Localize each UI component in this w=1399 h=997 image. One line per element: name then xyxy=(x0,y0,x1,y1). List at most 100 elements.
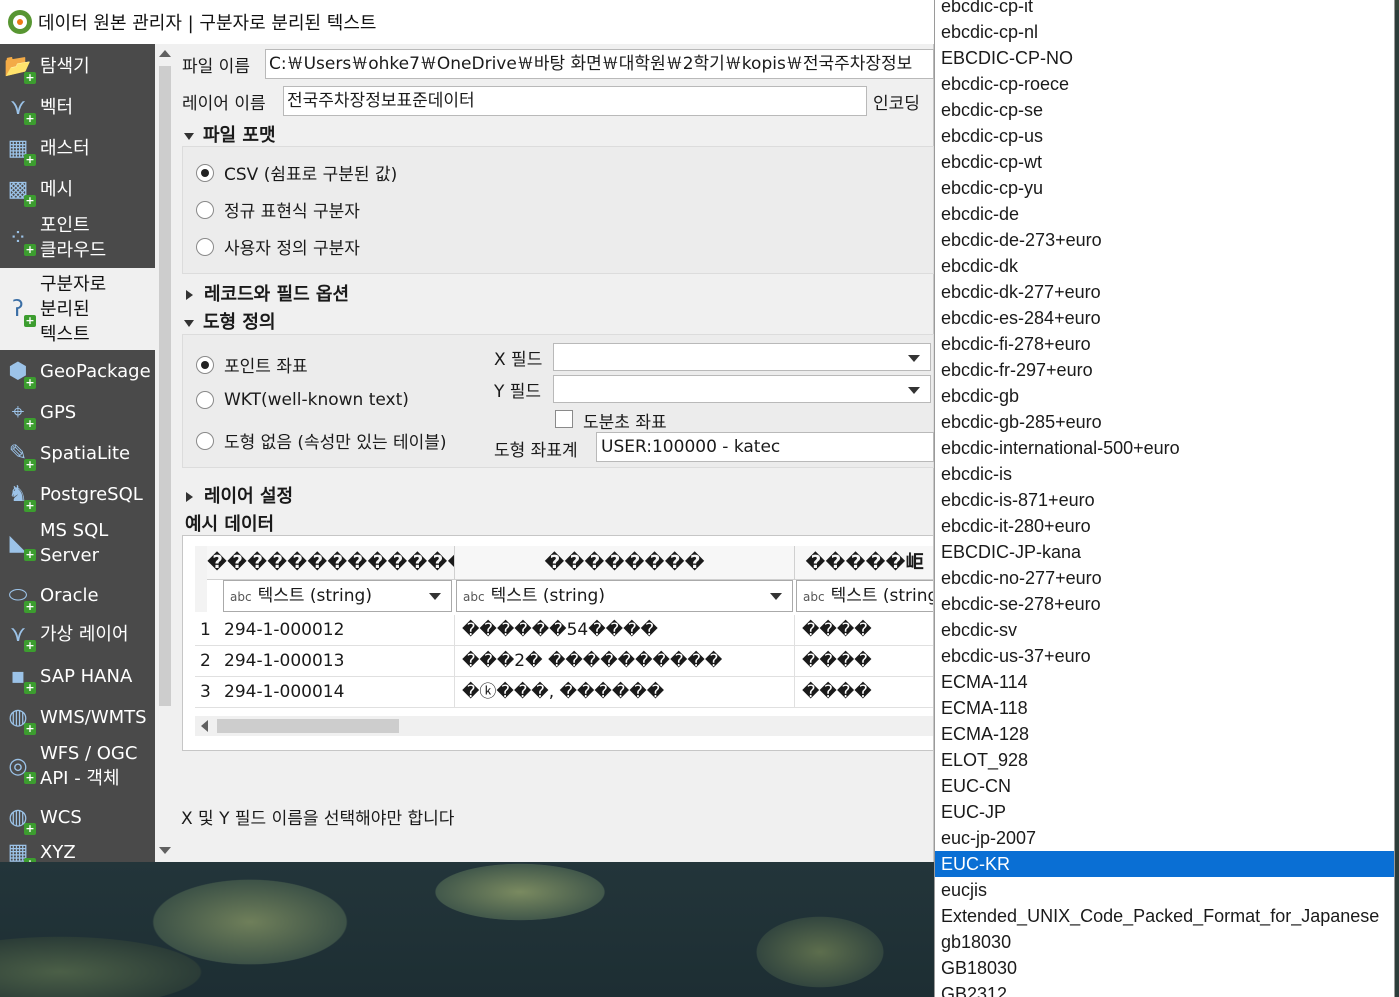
scrollbar-thumb[interactable] xyxy=(217,719,399,733)
encoding-option[interactable]: ebcdic-es-284+euro xyxy=(935,305,1394,331)
geometry-wkt-radio[interactable]: WKT(well-known text) xyxy=(196,390,409,410)
sidebar-item[interactable]: ⋎ + 가상 레이어 xyxy=(0,616,155,652)
encoding-option[interactable]: ebcdic-cp-nl xyxy=(935,19,1394,45)
encoding-option[interactable]: ebcdic-cp-wt xyxy=(935,149,1394,175)
encoding-option[interactable]: ebcdic-cp-se xyxy=(935,97,1394,123)
sidebar-item[interactable]: ⁘ + 포인트 클라우드 xyxy=(0,212,155,264)
file-format-header[interactable]: 파일 포맷 xyxy=(184,121,276,147)
layer-name-field[interactable]: 전국주차장정보표준데이터 xyxy=(283,86,867,116)
encoding-option[interactable]: ebcdic-cp-us xyxy=(935,123,1394,149)
encoding-option[interactable]: ebcdic-cp-it xyxy=(935,0,1394,19)
encoding-option[interactable]: ebcdic-it-280+euro xyxy=(935,513,1394,539)
sidebar-item[interactable]: ◣ + MS SQL Server xyxy=(0,517,155,569)
sample-data-table[interactable]: �������������8 �������� �����岠 abc 텍스트 (s… xyxy=(182,535,934,751)
column-header[interactable]: �������������8 xyxy=(207,546,455,580)
scroll-left-arrow-icon[interactable] xyxy=(201,720,208,732)
encoding-option[interactable]: gb18030 xyxy=(935,929,1394,955)
sidebar-item-label: 가상 레이어 xyxy=(40,623,129,645)
column-header[interactable]: �����岠 xyxy=(795,546,933,580)
sidebar-item[interactable]: ⋎ + 벡터 xyxy=(0,89,155,125)
sidebar-item[interactable]: ⬭ + Oracle xyxy=(0,577,155,613)
layer-name-label: 레이어 이름 xyxy=(182,94,266,114)
crs-select[interactable]: USER:100000 - katec xyxy=(596,432,934,462)
encoding-option[interactable]: ECMA-128 xyxy=(935,721,1394,747)
encoding-option[interactable]: ECMA-118 xyxy=(935,695,1394,721)
column-type-select[interactable]: abc 텍스트 (string) xyxy=(456,580,793,612)
geometry-definition-header[interactable]: 도형 정의 xyxy=(184,308,276,334)
sidebar-scrollbar[interactable] xyxy=(155,44,175,862)
sidebar-item-label: 탐색기 xyxy=(40,55,90,77)
sidebar-item[interactable]: ▩ + 메시 xyxy=(0,171,155,207)
scroll-down-arrow-icon[interactable] xyxy=(159,847,171,854)
geometry-none-radio[interactable]: 도형 없음 (속성만 있는 테이블) xyxy=(196,428,447,453)
encoding-option[interactable]: EUC-KR xyxy=(935,851,1394,877)
encoding-option[interactable]: ECMA-114 xyxy=(935,669,1394,695)
encoding-option[interactable]: ebcdic-se-278+euro xyxy=(935,591,1394,617)
column-header[interactable]: �������� xyxy=(455,546,795,580)
encoding-option[interactable]: ebcdic-is xyxy=(935,461,1394,487)
sidebar-item[interactable]: ◍ + WCS xyxy=(0,799,155,835)
scrollbar-thumb[interactable] xyxy=(159,66,171,706)
sidebar-item[interactable]: ▦+XYZ xyxy=(0,834,155,862)
column-type-select[interactable]: abc 텍스트 (string xyxy=(796,580,933,612)
sidebar-item[interactable]: ▦ + 래스터 xyxy=(0,130,155,166)
sidebar-item[interactable]: ʔ + 구분자로 분리된 텍스트 xyxy=(0,268,155,350)
geometry-point-radio[interactable]: 포인트 좌표 xyxy=(196,352,308,377)
encoding-option[interactable]: ELOT_928 xyxy=(935,747,1394,773)
encoding-option[interactable]: ebcdic-us-37+euro xyxy=(935,643,1394,669)
encoding-option[interactable]: eucjis xyxy=(935,877,1394,903)
encoding-dropdown-list[interactable]: ebcdic-cp-it ebcdic-cp-nl EBCDIC-CP-NO ebcd… xyxy=(934,0,1395,997)
sidebar-item[interactable]: ⌖ + GPS xyxy=(0,394,155,430)
encoding-option[interactable]: ebcdic-cp-yu xyxy=(935,175,1394,201)
encoding-option[interactable]: GB2312 xyxy=(935,981,1394,997)
sidebar-item[interactable]: 📂 + 탐색기 xyxy=(0,48,155,84)
sidebar-item[interactable]: ♞ + PostgreSQL xyxy=(0,476,155,512)
layer-settings-header[interactable]: 레이어 설정 xyxy=(186,482,293,508)
encoding-option[interactable]: ebcdic-fi-278+euro xyxy=(935,331,1394,357)
encoding-option[interactable]: ebcdic-gb-285+euro xyxy=(935,409,1394,435)
table-horizontal-scrollbar[interactable] xyxy=(195,716,933,736)
sidebar-item-label: 메시 xyxy=(40,178,74,200)
record-field-options-header[interactable]: 레코드와 필드 옵션 xyxy=(186,280,349,306)
sidebar-item[interactable]: ⬢ + GeoPackage xyxy=(0,353,155,389)
encoding-option[interactable]: ebcdic-cp-roece xyxy=(935,71,1394,97)
encoding-option[interactable]: ebcdic-international-500+euro xyxy=(935,435,1394,461)
encoding-option[interactable]: ebcdic-gb xyxy=(935,383,1394,409)
sidebar-item[interactable]: ◍ + WMS/WMTS xyxy=(0,699,155,735)
plus-icon: + xyxy=(24,858,36,862)
radio-button[interactable] xyxy=(196,355,214,374)
file-name-field[interactable]: C:￦Users￦ohke7￦OneDrive￦바탕 화면￦대학원￦2학기￦ko… xyxy=(265,49,934,79)
format-regex-radio[interactable]: 정규 표현식 구분자 xyxy=(196,197,360,222)
radio-button[interactable] xyxy=(196,163,214,182)
encoding-option[interactable]: EBCDIC-CP-NO xyxy=(935,45,1394,71)
sidebar-item[interactable]: ✎ + SpatiaLite xyxy=(0,435,155,471)
encoding-option[interactable]: Extended_UNIX_Code_Packed_Format_for_Jap… xyxy=(935,903,1394,929)
scroll-up-arrow-icon[interactable] xyxy=(159,50,171,57)
encoding-option[interactable]: EUC-JP xyxy=(935,799,1394,825)
radio-button[interactable] xyxy=(196,431,214,450)
encoding-option[interactable]: ebcdic-fr-297+euro xyxy=(935,357,1394,383)
column-type-select[interactable]: abc 텍스트 (string) xyxy=(223,580,452,612)
encoding-option[interactable]: euc-jp-2007 xyxy=(935,825,1394,851)
encoding-option[interactable]: EUC-CN xyxy=(935,773,1394,799)
radio-button[interactable] xyxy=(196,237,214,256)
encoding-option[interactable]: ebcdic-de xyxy=(935,201,1394,227)
encoding-option[interactable]: ebcdic-no-277+euro xyxy=(935,565,1394,591)
encoding-option[interactable]: EBCDIC-JP-kana xyxy=(935,539,1394,565)
radio-button[interactable] xyxy=(196,391,214,409)
encoding-option[interactable]: ebcdic-dk-277+euro xyxy=(935,279,1394,305)
encoding-option[interactable]: ebcdic-dk xyxy=(935,253,1394,279)
encoding-option[interactable]: ebcdic-sv xyxy=(935,617,1394,643)
y-field-select[interactable] xyxy=(553,375,931,403)
encoding-option[interactable]: GB18030 xyxy=(935,955,1394,981)
x-field-select[interactable] xyxy=(553,343,931,371)
sidebar-item[interactable]: ◎ + WFS / OGC API - 객체 xyxy=(0,740,155,792)
sidebar-item[interactable]: ▪ + SAP HANA xyxy=(0,658,155,694)
encoding-option[interactable]: ebcdic-de-273+euro xyxy=(935,227,1394,253)
format-csv-radio[interactable]: CSV (쉼표로 구분된 값) xyxy=(196,160,397,185)
dms-checkbox[interactable] xyxy=(555,410,573,428)
format-custom-radio[interactable]: 사용자 정의 구분자 xyxy=(196,234,360,259)
plus-icon: + xyxy=(24,71,36,84)
radio-button[interactable] xyxy=(196,200,214,219)
encoding-option[interactable]: ebcdic-is-871+euro xyxy=(935,487,1394,513)
